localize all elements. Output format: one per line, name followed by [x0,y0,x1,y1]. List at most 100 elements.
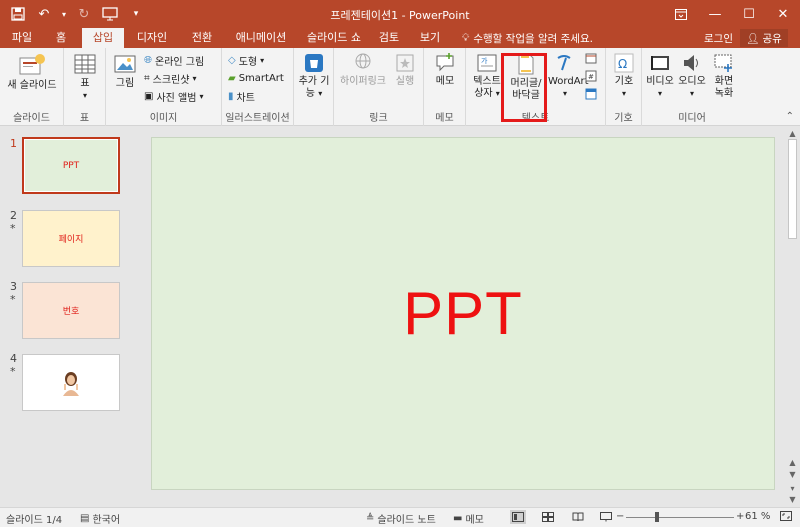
chart-icon: ▮ [228,90,234,102]
slide-thumbnails-panel: 1 PPT 2 * 페이지 3 * 번호 4 * [0,127,135,507]
slide-thumbnail-1[interactable]: PPT [22,137,120,194]
video-button[interactable]: 비디오 ▾ [644,52,676,100]
audio-button[interactable]: 오디오 ▾ [676,52,708,100]
scroll-down-icon[interactable]: ▼ [787,494,798,505]
new-slide-icon [19,54,45,75]
current-slide[interactable]: PPT [151,137,775,490]
comments-button[interactable]: ▬ 메모 [453,511,484,526]
share-label: 공유 [762,32,782,45]
screen-recording-button[interactable]: 화면 녹화 [708,52,740,100]
globe-link-icon [355,53,371,69]
lightbulb-icon: 💡︎ [462,32,470,44]
photo-album-button[interactable]: ▣ 사진 앨범 ▾ [144,88,203,104]
addins-button[interactable]: 추가 기능 ▾ [296,52,332,100]
zoom-level[interactable]: 61 % [745,511,770,522]
group-symbols: Ω 기호 ▾ 기호 [606,48,642,126]
tell-me-box[interactable]: 💡︎ 수행할 작업을 알려 주세요. [462,31,593,46]
comments-label: 메모 [465,515,484,526]
slide-thumbnail-4[interactable] [22,354,120,411]
slide-number-2: 2 [10,209,17,222]
title-bar: ↶ ▾ ↻ ▾ 프레젠테이션1 - PowerPoint — ☐ ✕ [0,0,800,28]
slide-title[interactable]: PPT [403,279,523,348]
person-photo-icon [63,371,79,396]
ribbon: 새 슬라이드 슬라이드 표 ▾ 표 그림 🌐︎ 온라인 그림 ⌗ 스크린샷 ▾ ▣ 사진 … [0,48,800,126]
wordart-icon [557,55,571,71]
close-icon[interactable]: ✕ [766,0,800,28]
fit-to-window-icon[interactable] [780,511,792,521]
scroll-thumb[interactable] [788,139,797,239]
textbox-button[interactable]: 가 텍스트 상자 ▾ [470,52,504,100]
ribbon-display-icon[interactable] [664,0,698,28]
group-label-media: 미디어 [678,113,706,124]
shapes-button[interactable]: ◇ 도형 ▾ [228,52,264,68]
notes-icon: ≜ [366,513,375,524]
online-picture-icon: 🌐︎ [144,54,152,66]
tab-view[interactable]: 보기 [412,28,448,48]
zoom-out-icon[interactable]: − [616,511,624,522]
comment-button[interactable]: 메모 [428,52,462,88]
slideshow-view-icon[interactable] [598,510,614,524]
date-time-icon [585,53,597,64]
tab-slideshow[interactable]: 슬라이드 쇼 [298,28,370,48]
chart-button[interactable]: ▮ 차트 [228,88,255,104]
tab-animations[interactable]: 애니메이션 [228,28,294,48]
object-button[interactable] [583,88,599,104]
shapes-icon: ◇ [228,54,236,66]
symbol-button[interactable]: Ω 기호 ▾ [608,52,640,100]
reading-view-icon[interactable] [570,510,586,524]
tab-insert[interactable]: 삽입 [82,28,124,48]
slide-number-1: 1 [10,137,17,150]
online-picture-button[interactable]: 🌐︎ 온라인 그림 [144,52,204,68]
slide-thumbnail-2[interactable]: 페이지 [22,210,120,267]
sign-in-link[interactable]: 로그인 [704,31,733,46]
tab-review[interactable]: 검토 [372,28,406,48]
date-time-button[interactable] [583,52,599,68]
prev-slide-icon[interactable]: ▲ [787,457,798,468]
notes-label: 슬라이드 노트 [377,515,436,526]
slide-number-4: 4 [10,352,17,365]
tab-file[interactable]: 파일 [4,28,40,48]
normal-view-icon[interactable] [510,510,526,524]
share-button[interactable]: 👤︎ 공유 [740,29,788,47]
omega-icon: Ω [614,53,634,73]
wordart-button[interactable]: WordArt ▾ [548,52,589,100]
action-button[interactable]: 실행 [390,52,420,88]
new-slide-button[interactable]: 새 슬라이드 [4,52,60,92]
maximize-icon[interactable]: ☐ [732,0,766,28]
collapse-ribbon-icon[interactable]: ⌃ [786,111,794,122]
slide-star-3: * [10,293,16,306]
svg-text:가: 가 [481,56,488,65]
group-label-slides: 슬라이드 [13,113,50,124]
zoom-slider-thumb[interactable] [654,512,659,522]
slide-number-3: 3 [10,280,17,293]
picture-icon [114,55,136,73]
slide-thumbnail-3[interactable]: 번호 [22,282,120,339]
hyperlink-button[interactable]: 하이퍼링크 [338,52,388,88]
group-addins: 추가 기능 ▾ [294,48,334,126]
group-label-symbols: 기호 [614,113,633,124]
tab-transitions[interactable]: 전환 [182,28,222,48]
next-slide-icon[interactable]: ▼ [787,469,798,480]
group-label-illustrations: 일러스트레이션 [225,113,290,124]
zoom-slider[interactable] [626,517,734,518]
picture-button[interactable]: 그림 [110,52,140,90]
smartart-button[interactable]: ▰ SmartArt [228,70,284,86]
person-icon: 👤︎ [746,32,760,45]
slide-sorter-icon[interactable] [540,510,556,524]
screenshot-button[interactable]: ⌗ 스크린샷 ▾ [144,70,196,86]
smartart-icon: ▰ [228,72,236,84]
textbox-icon: 가 [477,54,497,72]
tab-home[interactable]: 홈 [46,28,76,48]
language-indicator[interactable]: ▤ 한국어 [80,511,120,526]
table-button[interactable]: 표 ▾ [68,52,102,102]
ribbon-tabs: 파일 홈 삽입 디자인 전환 애니메이션 슬라이드 쇼 검토 보기 💡︎ 수행할… [0,28,800,48]
tell-me-text: 수행할 작업을 알려 주세요. [473,33,593,45]
notes-button[interactable]: ≜ 슬라이드 노트 [366,511,436,526]
tab-design[interactable]: 디자인 [128,28,176,48]
minimize-icon[interactable]: — [698,0,732,28]
slide-number-button[interactable]: # [583,70,599,86]
zoom-in-icon[interactable]: + [736,511,744,522]
scroll-up-icon[interactable]: ▲ [787,128,798,139]
vertical-scrollbar[interactable]: ▲ ▲ ▼ ▾ ▼ [785,127,800,507]
fit-slide-icon[interactable]: ▾ [787,483,798,494]
